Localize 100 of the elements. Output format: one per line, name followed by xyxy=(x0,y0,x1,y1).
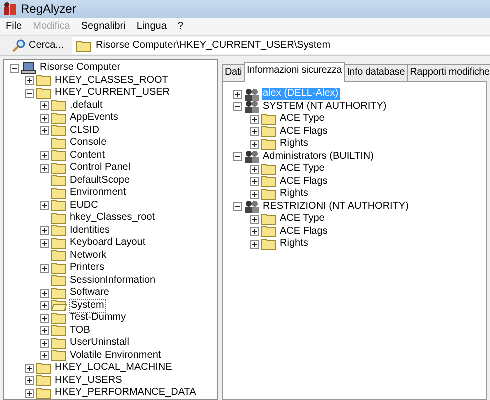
tree-item[interactable]: ACE Flags xyxy=(279,126,329,138)
tree-item[interactable]: Rights xyxy=(279,188,310,200)
expander-icon[interactable] xyxy=(40,201,51,210)
expander-icon[interactable] xyxy=(233,152,244,162)
tree-item[interactable]: SYSTEM (NT AUTHORITY) xyxy=(262,100,388,113)
tree-item[interactable]: Software xyxy=(69,287,110,300)
tab[interactable]: Informazioni sicurezza xyxy=(244,62,346,82)
tree-item[interactable]: .default xyxy=(69,100,104,112)
tree-item[interactable]: Control Panel xyxy=(69,162,132,174)
tree-item[interactable]: Identities xyxy=(69,224,112,237)
expander-icon[interactable] xyxy=(40,264,51,273)
expander-icon[interactable] xyxy=(40,101,51,110)
expander-icon[interactable] xyxy=(40,326,51,336)
expander-icon[interactable] xyxy=(250,227,261,236)
tree-item[interactable]: HKEY_CLASSES_ROOT xyxy=(54,74,170,87)
tree-item[interactable]: ACE Type xyxy=(279,213,326,226)
tree-item[interactable]: TOB xyxy=(69,324,92,337)
expander-icon[interactable] xyxy=(250,164,261,174)
tab[interactable]: Rapporti modifiche xyxy=(407,64,490,81)
tree-item[interactable]: UserUninstall xyxy=(69,337,130,350)
folder-icon xyxy=(51,136,67,150)
tree-item[interactable]: ACE Type xyxy=(279,113,326,126)
folder-icon xyxy=(51,112,67,125)
folder-icon xyxy=(51,99,67,112)
tree-item[interactable]: Content xyxy=(69,150,106,162)
tree-item[interactable]: Console xyxy=(69,137,108,150)
folder-icon xyxy=(51,224,67,238)
expander-icon[interactable] xyxy=(40,301,51,310)
tree-item[interactable]: Test-Dummy xyxy=(69,312,128,324)
expander-icon[interactable] xyxy=(250,140,261,149)
tree-item[interactable]: HKEY_LOCAL_MACHINE xyxy=(54,362,174,374)
tree-item[interactable]: Rights xyxy=(279,138,310,150)
tree-item[interactable]: Network xyxy=(69,250,108,262)
expander-icon[interactable] xyxy=(250,114,261,124)
expander-icon[interactable] xyxy=(25,364,36,373)
expander-icon[interactable] xyxy=(250,127,261,136)
tree-item[interactable]: Keyboard Layout xyxy=(69,237,147,250)
tree-item[interactable]: HKEY_USERS xyxy=(54,374,124,387)
tree-item[interactable]: Risorse Computer xyxy=(39,62,122,74)
expander-icon[interactable] xyxy=(40,114,51,123)
expander-icon[interactable] xyxy=(25,388,36,398)
tree-item[interactable]: Administrators (BUILTIN) xyxy=(262,150,375,163)
tree-item[interactable]: ACE Flags xyxy=(279,176,329,188)
expander-icon[interactable] xyxy=(40,351,51,360)
users-icon xyxy=(244,150,260,164)
expander-icon[interactable] xyxy=(40,164,51,173)
path-field[interactable]: Risorse Computer\HKEY_CURRENT_USER\System xyxy=(72,37,490,54)
folder-icon xyxy=(261,162,277,176)
folder-icon xyxy=(261,175,277,188)
folder-icon xyxy=(51,312,67,325)
tree-item[interactable]: AppEvents xyxy=(69,112,120,124)
menu-item[interactable]: Segnalibri xyxy=(81,21,126,32)
tree-item[interactable]: Rights xyxy=(279,238,310,250)
expander-icon[interactable] xyxy=(233,102,244,112)
menu-item[interactable]: Lingua xyxy=(136,21,167,32)
folder-icon xyxy=(51,162,67,175)
tree-item[interactable]: Printers xyxy=(69,262,106,274)
open-folder-icon xyxy=(51,299,67,312)
tree-item[interactable]: DefaultScope xyxy=(69,174,132,187)
expander-icon[interactable] xyxy=(40,288,51,298)
expander-icon[interactable] xyxy=(25,376,36,386)
tree-item[interactable]: Environment xyxy=(69,187,128,200)
tab[interactable]: Dati xyxy=(222,64,245,81)
expander-icon[interactable] xyxy=(250,190,261,199)
menu-item[interactable]: ? xyxy=(178,21,184,32)
expander-icon[interactable] xyxy=(40,226,51,236)
menu-item[interactable]: File xyxy=(6,21,22,32)
expander-icon[interactable] xyxy=(40,314,51,323)
expander-icon[interactable] xyxy=(250,214,261,224)
tree-item[interactable]: EUDC xyxy=(69,200,100,212)
folder-icon xyxy=(51,324,67,338)
tree-item[interactable]: ACE Flags xyxy=(279,226,329,238)
expander-icon[interactable] xyxy=(40,151,51,160)
expander-icon[interactable] xyxy=(25,76,36,86)
tree-item[interactable]: System xyxy=(69,298,106,313)
expander-icon[interactable] xyxy=(10,64,21,73)
tree-item[interactable]: Volatile Environment xyxy=(69,350,162,362)
tree-item[interactable]: hkey_Classes_root xyxy=(69,212,156,224)
tree-item[interactable]: SessionInformation xyxy=(69,274,157,287)
expander-icon[interactable] xyxy=(25,88,36,98)
tree-item[interactable]: CLSID xyxy=(69,124,100,137)
folder-icon xyxy=(261,138,277,151)
tree-item[interactable]: RESTRIZIONI (NT AUTHORITY) xyxy=(262,200,410,213)
tree-item[interactable]: HKEY_PERFORMANCE_DATA xyxy=(54,387,198,399)
expander-icon[interactable] xyxy=(250,240,261,249)
folder-icon xyxy=(51,349,67,362)
folder-icon xyxy=(261,188,277,201)
folder-icon xyxy=(261,112,277,126)
expander-icon[interactable] xyxy=(233,202,244,212)
expander-icon[interactable] xyxy=(40,238,51,248)
expander-icon[interactable] xyxy=(40,338,51,348)
search-button[interactable]: Cerca... xyxy=(10,38,66,52)
expander-icon[interactable] xyxy=(40,126,51,136)
tree-item[interactable]: HKEY_CURRENT_USER xyxy=(54,87,172,100)
users-icon xyxy=(244,100,260,114)
tab[interactable]: Info database xyxy=(344,64,408,81)
expander-icon[interactable] xyxy=(250,177,261,186)
tree-item[interactable]: ACE Type xyxy=(279,163,326,176)
expander-icon[interactable] xyxy=(233,90,244,99)
folder-icon xyxy=(36,74,52,88)
